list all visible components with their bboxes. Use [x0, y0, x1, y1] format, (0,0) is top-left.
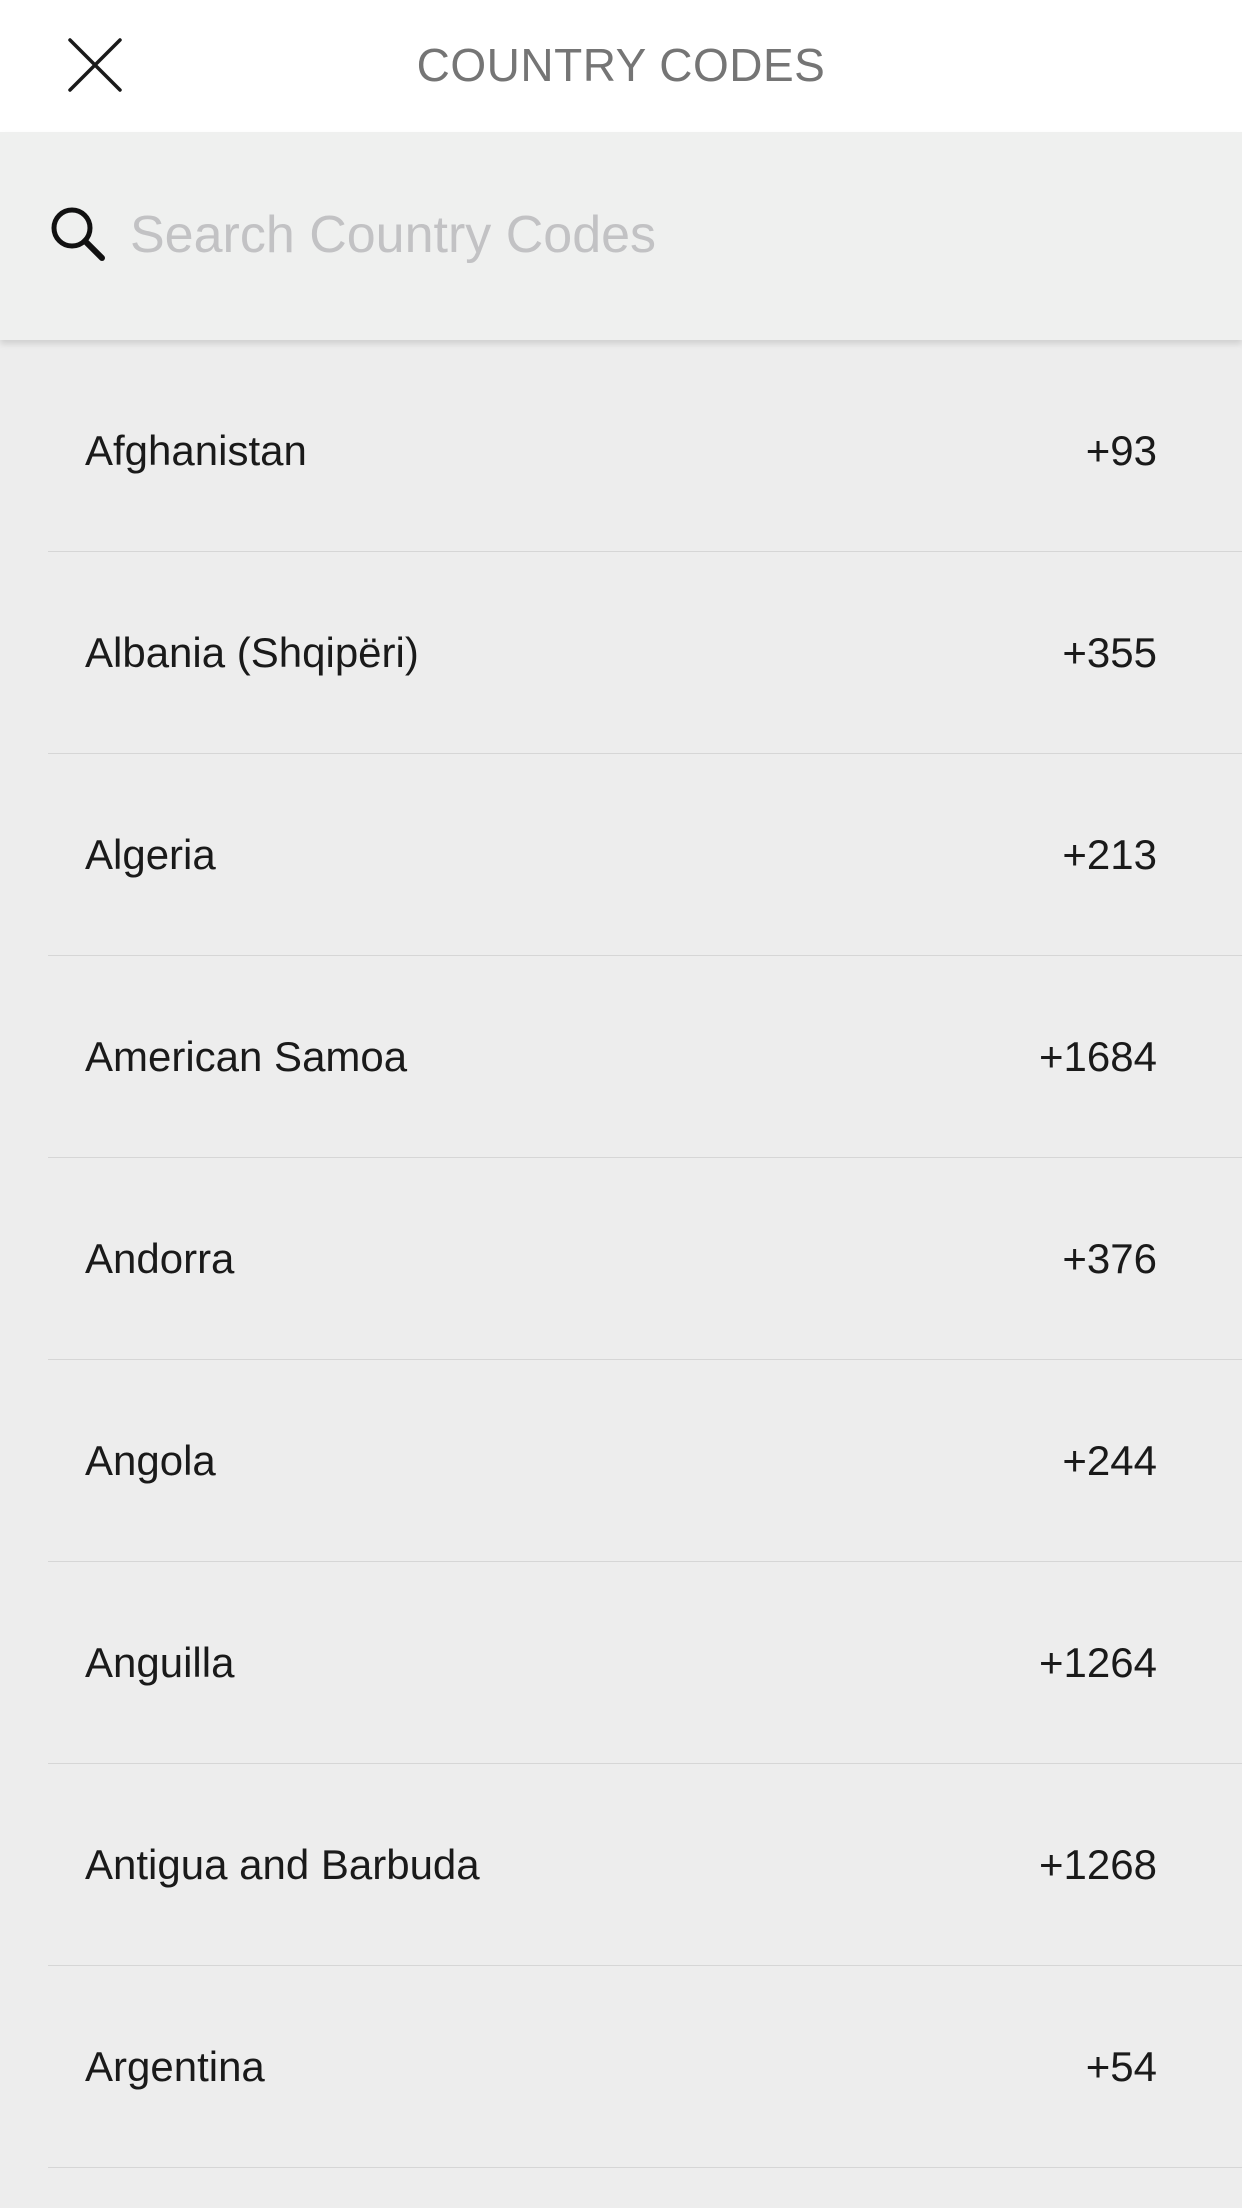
country-name: Angola: [85, 1436, 216, 1484]
country-row[interactable]: Andorra +376: [48, 1158, 1242, 1360]
country-code: +355: [1062, 628, 1157, 676]
search-input[interactable]: [130, 190, 1190, 280]
country-list: Afghanistan +93 Albania (Shqipëri) +355 …: [0, 350, 1242, 2168]
country-name: Afghanistan: [85, 426, 307, 474]
search-icon: [51, 207, 105, 261]
page-title: COUNTRY CODES: [416, 39, 826, 91]
country-name: American Samoa: [85, 1032, 408, 1080]
search-bar: [0, 132, 1242, 340]
country-code: +93: [1085, 426, 1157, 474]
country-row[interactable]: Anguilla +1264: [48, 1562, 1242, 1764]
country-name: Argentina: [85, 2042, 265, 2090]
country-code: +1684: [1039, 1032, 1157, 1080]
country-code: +376: [1062, 1234, 1157, 1282]
country-name: Albania (Shqipëri): [85, 628, 419, 676]
country-name: Antigua and Barbuda: [85, 1840, 480, 1888]
header-bar: COUNTRY CODES: [0, 0, 1242, 132]
country-name: Andorra: [85, 1234, 235, 1282]
country-code: +213: [1062, 830, 1157, 878]
country-code: +1268: [1039, 1840, 1157, 1888]
country-name: Anguilla: [85, 1638, 235, 1686]
country-row[interactable]: Albania (Shqipëri) +355: [48, 552, 1242, 754]
country-code: +54: [1085, 2042, 1157, 2090]
country-row[interactable]: Angola +244: [48, 1360, 1242, 1562]
country-row[interactable]: American Samoa +1684: [48, 956, 1242, 1158]
country-code: +244: [1062, 1436, 1157, 1484]
country-row[interactable]: Argentina +54: [48, 1966, 1242, 2168]
country-row[interactable]: Algeria +213: [48, 754, 1242, 956]
country-code: +1264: [1039, 1638, 1157, 1686]
country-row[interactable]: Afghanistan +93: [48, 350, 1242, 552]
country-row[interactable]: Antigua and Barbuda +1268: [48, 1764, 1242, 1966]
country-name: Algeria: [85, 830, 216, 878]
